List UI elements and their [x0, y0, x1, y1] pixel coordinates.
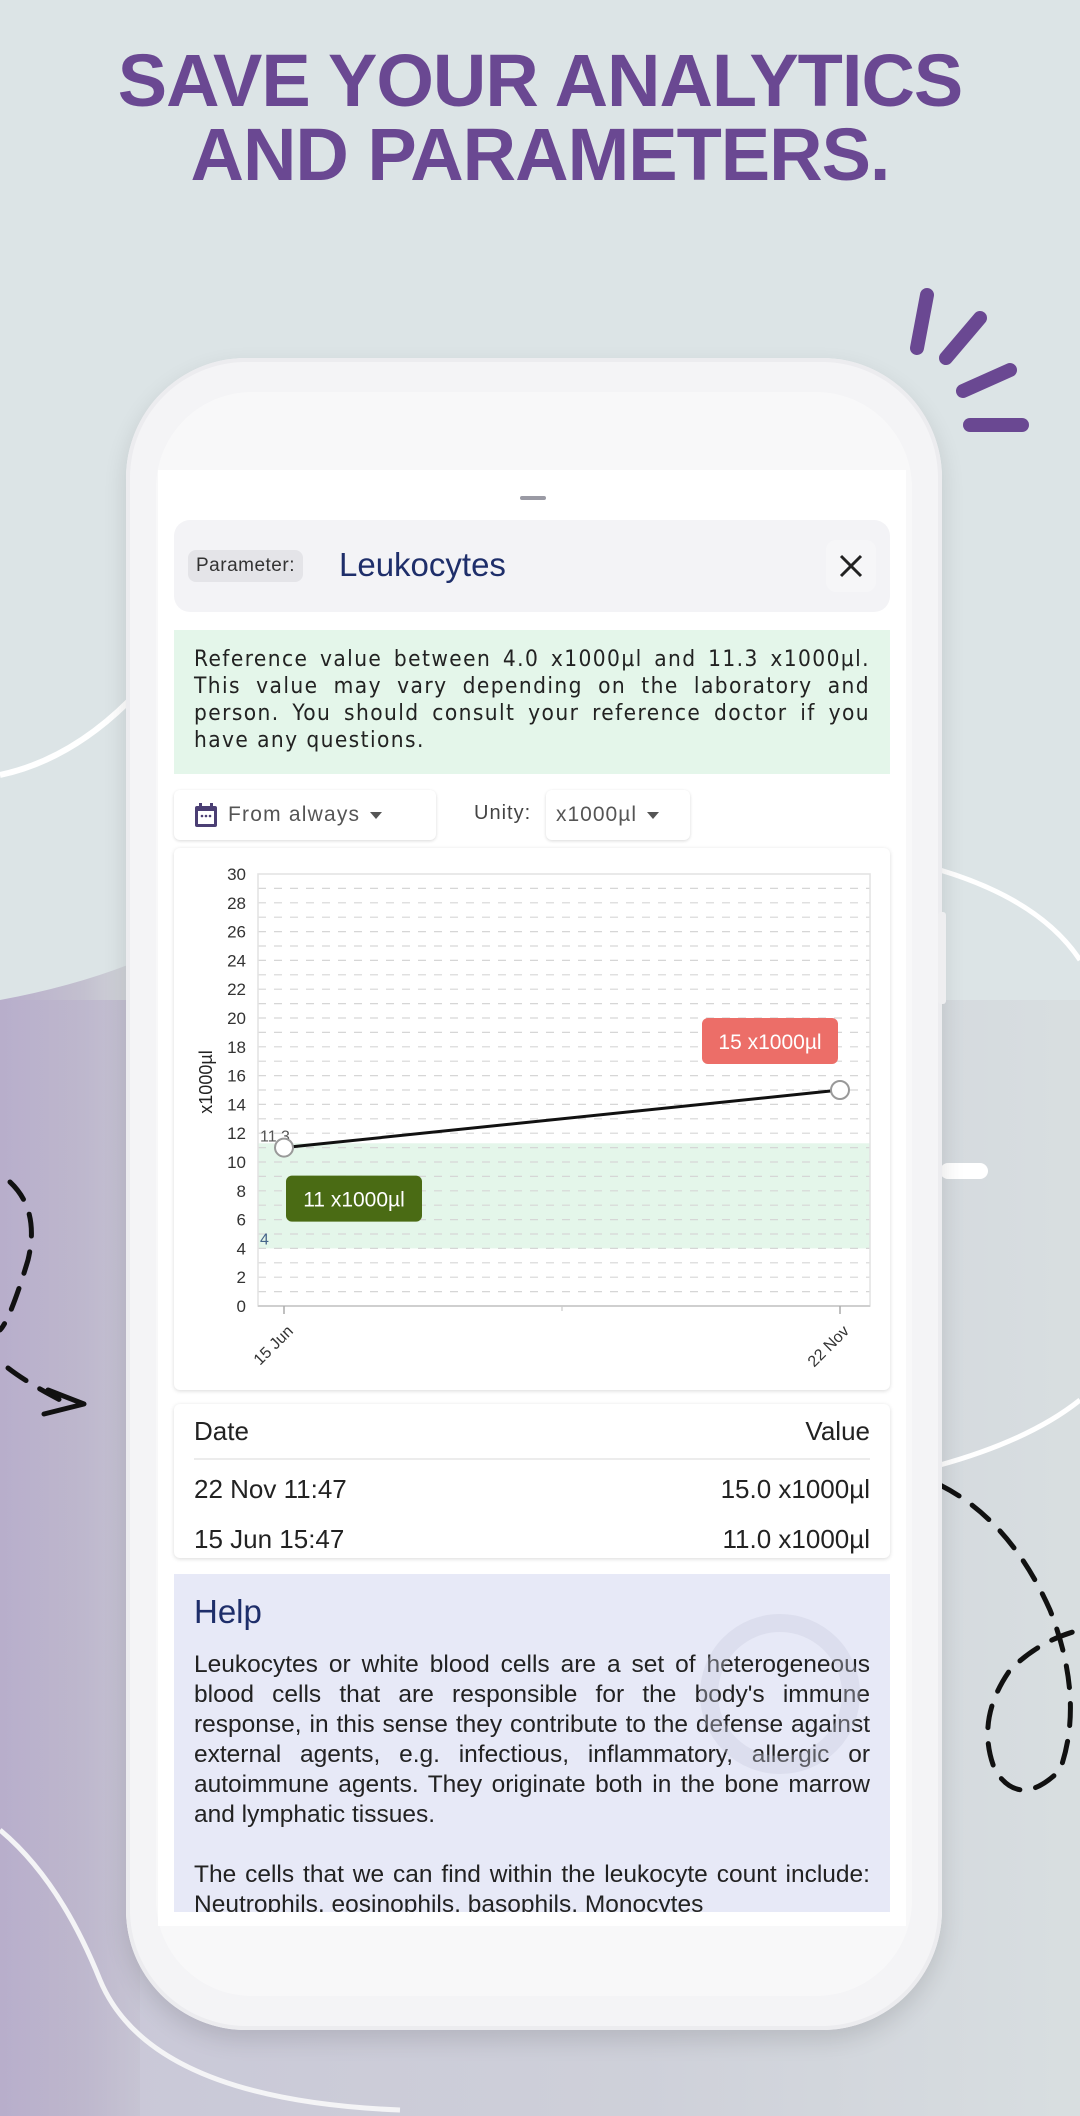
- chevron-down-icon: [370, 811, 383, 819]
- help-section: Help Leukocytes or white blood cells are…: [174, 1574, 890, 1914]
- chevron-down-icon: [646, 811, 659, 819]
- y-axis-label: x1000µl: [196, 1050, 216, 1113]
- header-date: Date: [194, 1416, 249, 1446]
- y-tick-label: 8: [237, 1182, 246, 1201]
- x-axis-ticks: 15 Jun 22 Nov: [251, 1306, 853, 1371]
- row-value: 15.0 x1000µl: [720, 1474, 870, 1504]
- screen-bottom-edge: [158, 1912, 906, 1926]
- table-row[interactable]: 22 Nov 11:47 15.0 x1000µl: [194, 1474, 870, 1505]
- parameter-header: Parameter: Leukocytes: [174, 520, 890, 612]
- unity-value: x1000µl: [556, 803, 637, 826]
- reference-text: Reference value between 4.0 x1000µl and …: [194, 646, 870, 753]
- y-tick-label: 30: [227, 865, 246, 884]
- y-tick-label: 18: [227, 1038, 246, 1057]
- y-tick-label: 22: [227, 980, 246, 999]
- y-tick-label: 10: [227, 1153, 246, 1172]
- calendar-icon: [195, 803, 217, 827]
- y-tick-label: 12: [227, 1124, 246, 1143]
- chart-card: 0 2 4 6 8 10 12 14 16 18 20 22 24 26 28 30 15 Jun 22 Nov…: [174, 848, 890, 1390]
- data-point: [830, 1080, 850, 1100]
- help-paragraph-2: The cells that we can find within the le…: [194, 1861, 870, 1914]
- close-icon: [839, 554, 863, 578]
- x-tick-label: 22 Nov: [805, 1323, 853, 1371]
- header-value: Value: [805, 1416, 870, 1446]
- table-header: Date Value: [194, 1416, 870, 1460]
- sparkle-lines: [910, 288, 1029, 432]
- y-tick-label: 14: [227, 1095, 246, 1114]
- y-axis-ticks: 024681012141618202224262830: [227, 865, 246, 1316]
- line-chart: 024681012141618202224262830 15 Jun 22 Nov…: [196, 865, 871, 1371]
- row-date: 22 Nov 11:47: [194, 1474, 347, 1504]
- headline-line-1: SAVE YOUR ANALYTICS: [117, 39, 964, 122]
- y-tick-label: 24: [227, 951, 246, 970]
- y-tick-label: 4: [237, 1239, 246, 1258]
- help-watermark-icon: [700, 1614, 860, 1774]
- data-point: [274, 1137, 294, 1158]
- y-tick-label: 16: [227, 1067, 246, 1086]
- x-tick-label: 15 Jun: [251, 1323, 297, 1369]
- sheet-drag-handle[interactable]: [520, 496, 546, 500]
- point-label-text: 15 x1000µl: [718, 1031, 821, 1054]
- values-table: Date Value 22 Nov 11:47 15.0 x1000µl 15 …: [174, 1404, 890, 1558]
- y-tick-label: 0: [237, 1297, 246, 1316]
- y-tick-label: 6: [237, 1211, 246, 1230]
- date-range-dropdown[interactable]: From always: [174, 790, 436, 840]
- white-curve-right: [939, 867, 1080, 962]
- white-curve-left: [0, 697, 133, 778]
- app-screen: Parameter: Leukocytes Reference value be…: [158, 470, 906, 1926]
- parameter-name: Leukocytes: [339, 546, 506, 583]
- y-tick-label: 28: [227, 894, 246, 913]
- unity-label: Unity:: [474, 802, 532, 824]
- date-range-value: From always: [228, 803, 361, 826]
- filters-bar: From always Unity: x1000µl: [174, 790, 890, 840]
- y-tick-label: 26: [227, 923, 246, 942]
- phone-side-button: [938, 912, 946, 1004]
- unity-dropdown[interactable]: x1000µl: [546, 790, 690, 840]
- white-dash-right: [940, 1163, 988, 1179]
- promo-headline: SAVE YOUR ANALYTICS AND PARAMETERS.: [0, 44, 1080, 192]
- y-tick-label: 2: [237, 1268, 246, 1287]
- table-row[interactable]: 15 Jun 15:47 11.0 x1000µl: [194, 1524, 870, 1555]
- point-label-text: 11 x1000µl: [303, 1189, 405, 1212]
- headline-line-2: AND PARAMETERS.: [190, 113, 891, 196]
- close-button[interactable]: [826, 540, 876, 592]
- y-tick-label: 20: [227, 1009, 246, 1028]
- row-date: 15 Jun 15:47: [194, 1524, 345, 1554]
- row-value: 11.0 x1000µl: [722, 1524, 871, 1554]
- reference-info-box: Reference value between 4.0 x1000µl and …: [174, 630, 890, 774]
- reference-low-label: 4: [260, 1231, 269, 1248]
- parameter-chip: Parameter:: [188, 550, 303, 582]
